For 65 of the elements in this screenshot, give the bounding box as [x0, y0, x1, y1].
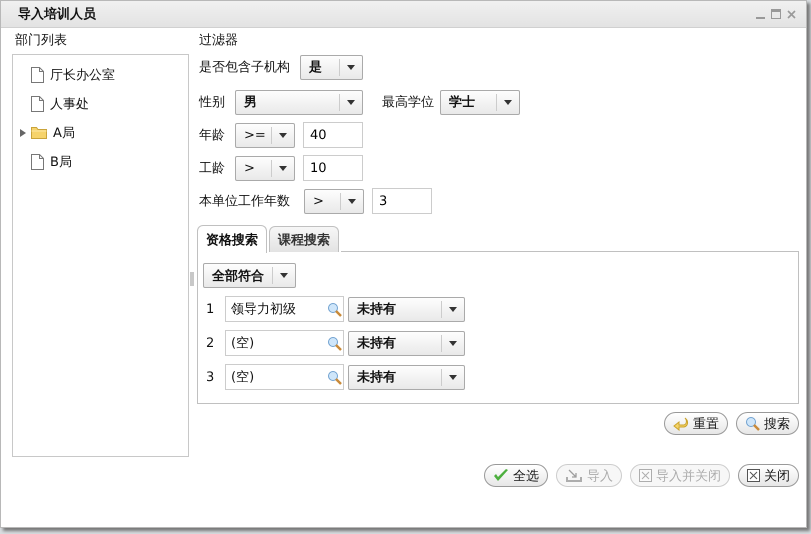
- caret-icon: [279, 166, 287, 170]
- close-icon[interactable]: [787, 10, 796, 18]
- reset-button[interactable]: 重置: [664, 412, 728, 435]
- search-field[interactable]: 领导力初级: [225, 296, 344, 322]
- expand-arrow-icon[interactable]: [19, 128, 27, 136]
- caret-icon: [347, 100, 355, 104]
- row-number: 2: [205, 336, 216, 350]
- caret-icon: [504, 100, 512, 104]
- document-icon: [31, 96, 44, 112]
- folder-icon: [31, 126, 47, 139]
- caret-icon: [449, 374, 457, 380]
- operator-dropdown[interactable]: >: [235, 156, 295, 180]
- field-label: 本单位工作年数: [199, 193, 291, 210]
- degree-dropdown[interactable]: 学士: [440, 90, 520, 114]
- input-field[interactable]: 3: [372, 188, 432, 214]
- panel-heading: 过滤器: [199, 32, 239, 50]
- search-button[interactable]: 搜索: [736, 412, 799, 435]
- dialog-button[interactable]: 全选: [484, 464, 548, 487]
- search-field[interactable]: (空): [225, 330, 344, 356]
- caret-icon: [449, 306, 457, 312]
- document-icon: [31, 66, 44, 82]
- check-icon: [493, 469, 509, 482]
- row-number: 1: [205, 302, 216, 316]
- tab[interactable]: 课程搜索: [269, 226, 339, 252]
- include-sub-dropdown[interactable]: 是: [300, 54, 363, 80]
- tree-item[interactable]: A局: [53, 124, 75, 142]
- field-label: 性别: [199, 94, 226, 111]
- field-label: 年龄: [199, 127, 226, 144]
- status-dropdown[interactable]: 未持有: [348, 330, 465, 356]
- dialog-button[interactable]: 关闭: [738, 464, 799, 487]
- operator-dropdown[interactable]: >=: [235, 122, 295, 148]
- search-icon: [745, 416, 760, 431]
- input-field[interactable]: 40: [303, 122, 363, 148]
- caret-icon: [280, 273, 288, 278]
- caret-icon: [348, 198, 356, 204]
- gender-dropdown[interactable]: 男: [235, 90, 363, 114]
- return-arrow-icon: [673, 416, 689, 430]
- search-icon: [327, 302, 342, 316]
- caret-icon: [347, 64, 355, 70]
- operator-dropdown[interactable]: >: [304, 188, 364, 214]
- search-icon: [327, 336, 342, 350]
- field-label: 工龄: [199, 160, 226, 177]
- match-mode-dropdown[interactable]: 全部符合: [203, 263, 296, 288]
- input-field[interactable]: 10: [303, 155, 363, 181]
- caret-icon: [449, 340, 457, 346]
- tab[interactable]: 资格搜索: [197, 225, 267, 253]
- row-number: 3: [205, 370, 216, 384]
- maximize-icon[interactable]: [771, 9, 781, 19]
- window-title: 导入培训人员: [18, 6, 97, 23]
- document-icon: [31, 154, 44, 170]
- close-box-icon: [639, 469, 652, 482]
- caret-icon: [279, 132, 287, 138]
- status-dropdown[interactable]: 未持有: [348, 364, 465, 390]
- search-icon: [327, 370, 342, 384]
- search-field[interactable]: (空): [225, 364, 344, 390]
- status-dropdown[interactable]: 未持有: [348, 296, 465, 322]
- tray-arrow-icon: [565, 468, 583, 482]
- field-label: 最高学位: [382, 94, 434, 111]
- tree-item[interactable]: 人事处: [50, 94, 89, 112]
- tree-item[interactable]: B局: [50, 152, 72, 170]
- close-box-icon: [747, 469, 760, 482]
- splitter-handle[interactable]: [190, 272, 194, 286]
- field-label: 是否包含子机构: [199, 59, 290, 76]
- tree-item[interactable]: 厅长办公室: [50, 66, 115, 84]
- panel-heading: 部门列表: [14, 32, 68, 50]
